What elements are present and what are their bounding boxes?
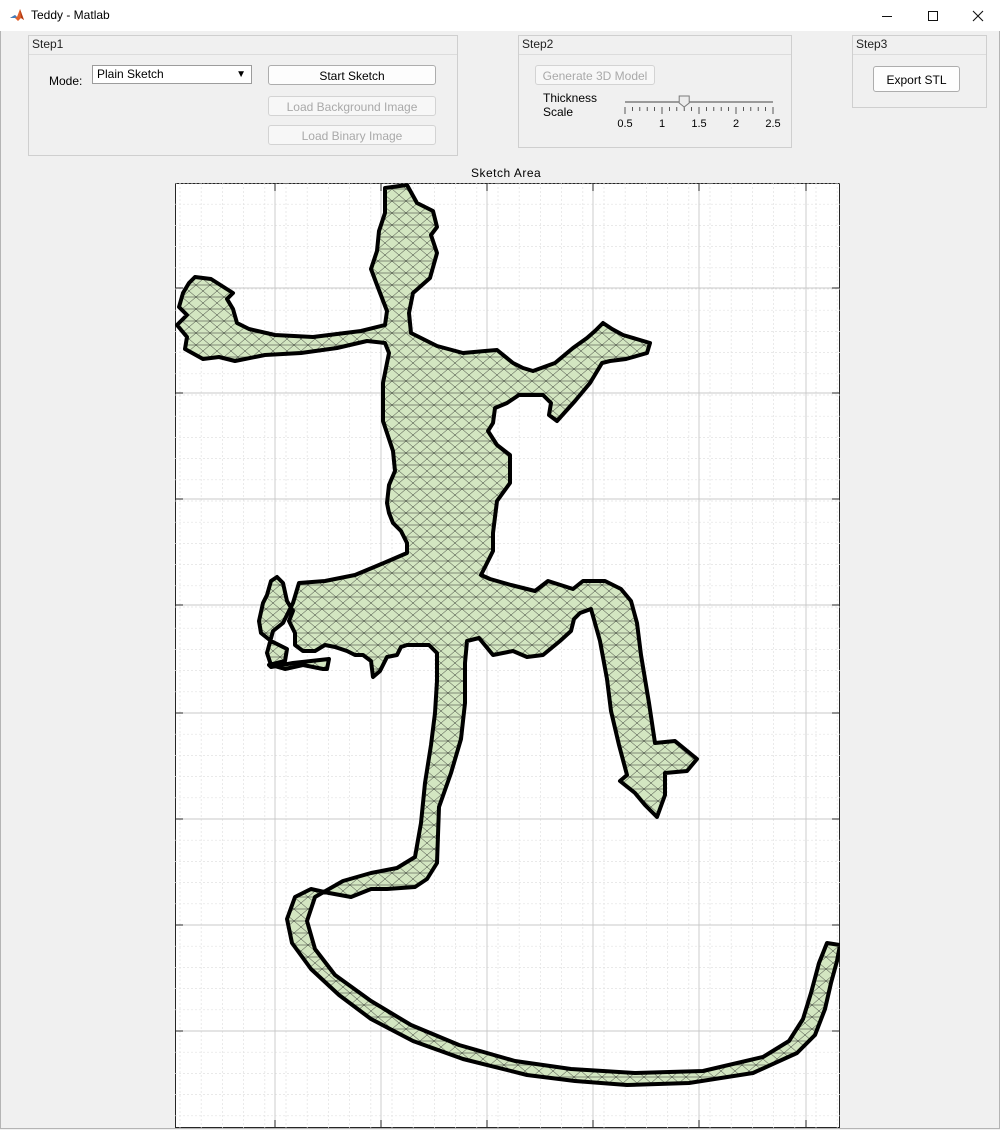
window-title: Teddy - Matlab <box>31 8 110 22</box>
close-icon <box>972 10 984 21</box>
scale-label: Scale <box>543 105 574 119</box>
load-binary-image-button[interactable]: Load Binary Image <box>268 125 436 145</box>
sketch-axes[interactable] <box>175 183 840 1128</box>
slider-tick-label: 1.5 <box>691 118 706 130</box>
thickness-label: Thickness <box>543 91 598 105</box>
step3-panel: Step3 Export STL <box>852 35 987 108</box>
mode-label: Mode: <box>49 74 83 88</box>
step3-divider <box>853 54 986 55</box>
thickness-slider[interactable]: 0.5 1 1.5 2 2.5 <box>613 92 789 136</box>
dropdown-arrow-icon: ▼ <box>236 69 246 80</box>
step2-divider <box>519 54 791 55</box>
slider-ticks <box>624 107 774 114</box>
matlab-logo-icon <box>9 7 25 23</box>
minimize-button[interactable] <box>864 0 910 31</box>
mode-dropdown[interactable]: Plain Sketch ▼ <box>92 65 252 84</box>
step1-divider <box>29 54 457 55</box>
maximize-icon <box>928 10 938 21</box>
generate-3d-model-button[interactable]: Generate 3D Model <box>535 65 655 85</box>
step1-panel: Step1 Mode: Plain Sketch ▼ Start Sketch … <box>28 35 458 156</box>
slider-tick-label: 0.5 <box>617 118 632 130</box>
slider-tick-label: 1 <box>659 118 665 130</box>
slider-tick-label: 2 <box>733 118 739 130</box>
title-bar: Teddy - Matlab <box>0 0 1000 31</box>
slider-tick-label: 2.5 <box>765 118 780 130</box>
step2-title: Step2 <box>522 37 554 51</box>
export-stl-button[interactable]: Export STL <box>873 66 960 92</box>
slider-tick-labels: 0.5 1 1.5 2 2.5 <box>617 118 780 130</box>
step3-title: Step3 <box>856 37 888 51</box>
close-button[interactable] <box>955 0 1000 31</box>
step1-title: Step1 <box>32 37 64 51</box>
maximize-button[interactable] <box>910 0 956 31</box>
sketch-area-title: Sketch Area <box>471 166 542 180</box>
step2-panel: Step2 Generate 3D Model Thickness Scale … <box>518 35 792 148</box>
mode-value: Plain Sketch <box>97 67 164 81</box>
start-sketch-button[interactable]: Start Sketch <box>268 65 436 85</box>
slider-thumb[interactable] <box>678 95 690 108</box>
load-background-image-button[interactable]: Load Background Image <box>268 96 436 116</box>
minimize-icon <box>882 15 892 17</box>
